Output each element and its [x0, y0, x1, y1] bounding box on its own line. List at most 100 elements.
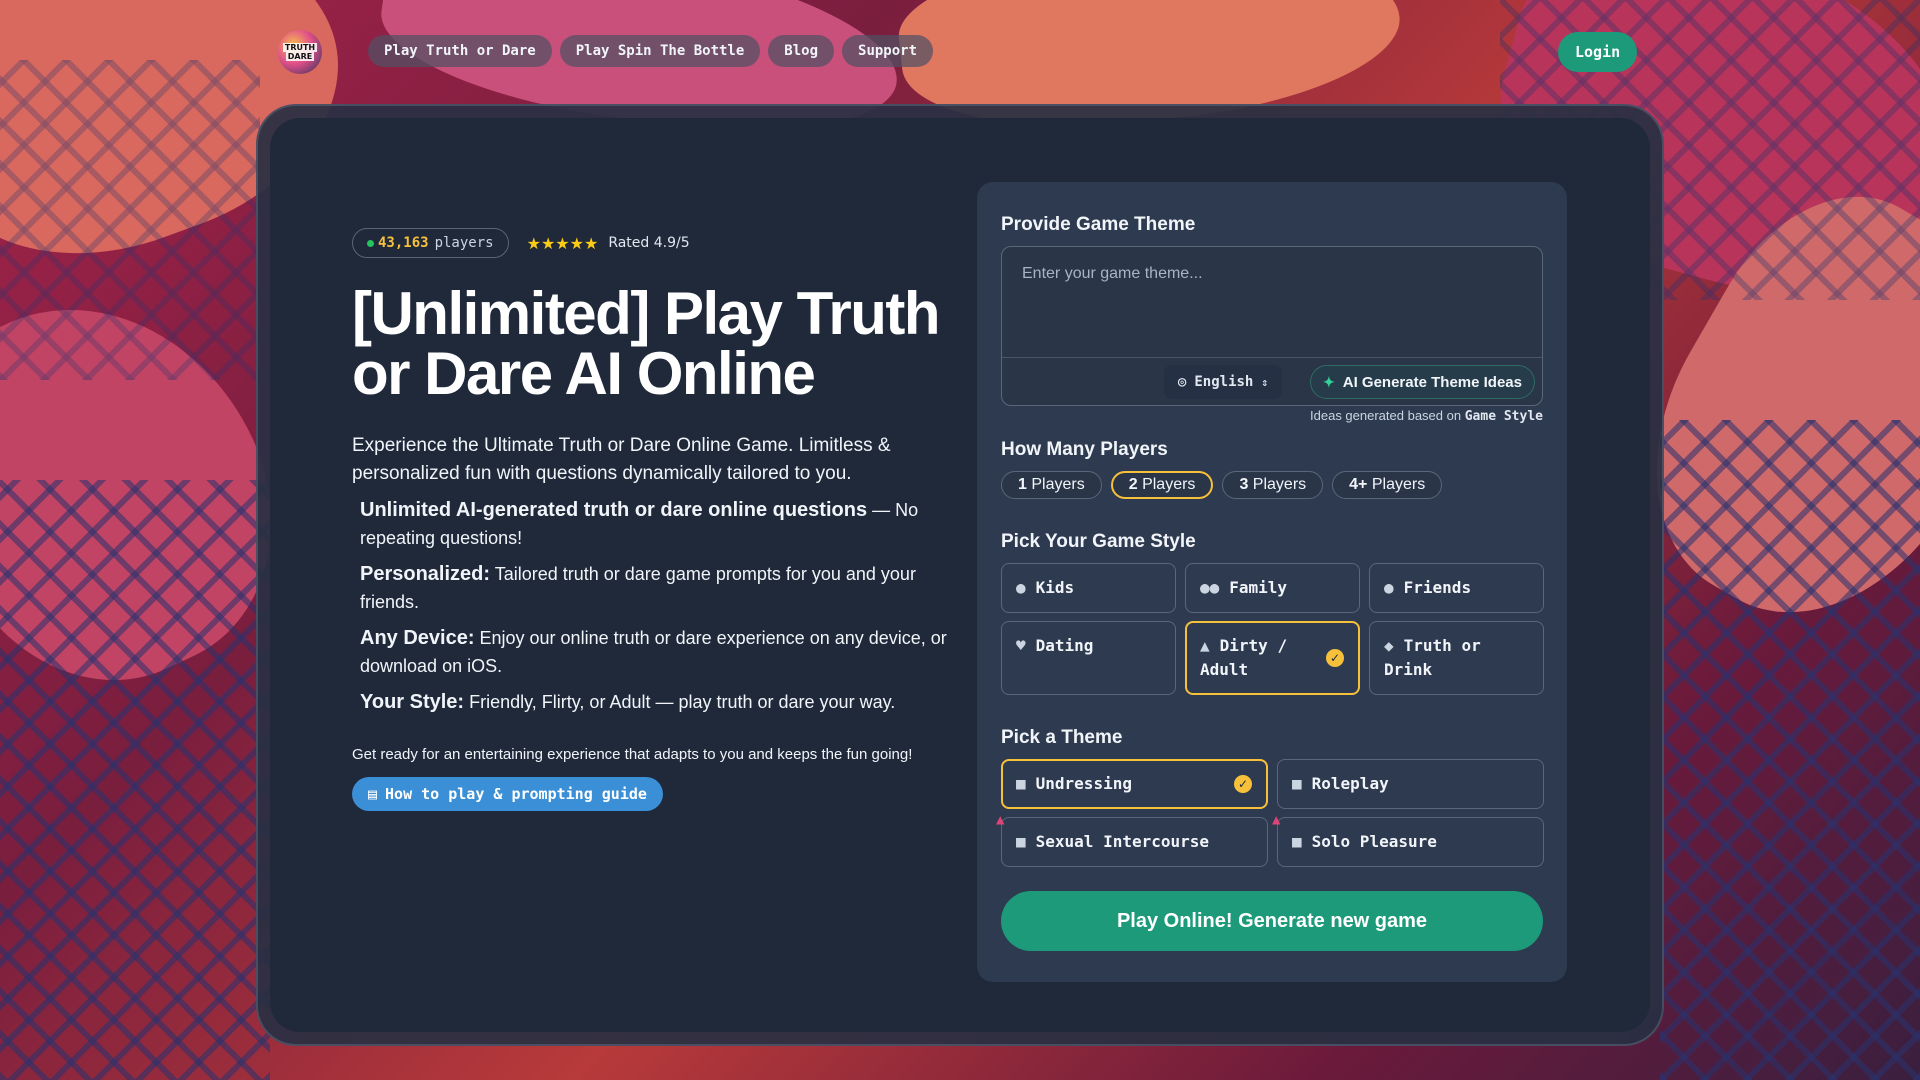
feature-bold: Personalized:	[360, 563, 491, 585]
theme-section-title: Provide Game Theme	[1001, 214, 1196, 235]
players-option-3[interactable]: 3 Players	[1222, 471, 1324, 499]
theme-pick-section-title: Pick a Theme	[1001, 727, 1123, 748]
theme-option-solo-pleasure[interactable]: ▲ ■ Solo Pleasure	[1272, 812, 1544, 867]
hand-icon: ■	[1292, 832, 1302, 851]
style-label: Dirty / Adult	[1200, 636, 1288, 679]
theme-option-sexual-intercourse[interactable]: ▲ ■ Sexual Intercourse	[996, 812, 1268, 867]
players-num: 3	[1239, 476, 1249, 493]
players-option-2[interactable]: 2 Players	[1110, 471, 1214, 499]
theme-option-undressing[interactable]: ■ Undressing ✓	[1001, 759, 1268, 809]
check-icon: ✓	[1326, 649, 1344, 667]
hero-tagline: Get ready for an entertaining experience…	[352, 746, 913, 763]
chevron-updown-icon: ⇕	[1261, 375, 1268, 389]
hero-subtitle: Experience the Ultimate Truth or Dare On…	[352, 435, 891, 484]
rating-stars-icon: ★★★★★	[526, 233, 599, 253]
page-title: [Unlimited] Play Truth or Dare AI Online	[352, 280, 941, 407]
style-label: Dating	[1035, 636, 1094, 655]
nav-play-spin-the-bottle[interactable]: Play Spin The Bottle	[559, 35, 761, 67]
theme-label: Roleplay	[1311, 774, 1389, 793]
style-option-dating[interactable]: ♥ Dating	[1001, 621, 1176, 695]
ai-generate-ideas-button[interactable]: ✦ AI Generate Theme Ideas	[1310, 365, 1535, 399]
nav-blog[interactable]: Blog	[768, 35, 835, 67]
nav-support[interactable]: Support	[842, 35, 934, 67]
style-label: Truth or Drink	[1384, 636, 1481, 679]
ideas-note-prefix: Ideas generated based on	[1310, 408, 1462, 423]
players-count-badge: 43,163 players	[352, 228, 509, 258]
players-option-1[interactable]: 1 Players	[1001, 471, 1102, 499]
players-label: Players	[1142, 476, 1196, 493]
feature-text: Friendly, Flirty, or Adult — play truth …	[464, 692, 896, 712]
guide-button[interactable]: ▤ How to play & prompting guide	[352, 777, 663, 811]
child-icon: ●	[1016, 578, 1026, 597]
drink-icon: ◆	[1384, 636, 1394, 655]
theme-input[interactable]	[1002, 247, 1542, 357]
players-selector: 1 Players 2 Players 3 Players 4+ Players	[1001, 471, 1443, 499]
language-value: English	[1194, 374, 1254, 390]
flame-icon: ▲	[1200, 636, 1210, 655]
site-logo[interactable]: TRUTH DARE	[278, 30, 322, 74]
online-dot-icon	[367, 239, 374, 247]
login-button[interactable]: Login	[1558, 32, 1638, 72]
players-num: 2	[1128, 476, 1138, 493]
game-setup-panel: Provide Game Theme ◎ English ⇕ ✦ AI Gene…	[977, 182, 1567, 982]
style-option-family[interactable]: ●● Family	[1185, 563, 1360, 613]
mask-icon: ■	[1292, 774, 1302, 793]
style-option-friends[interactable]: ● Friends	[1369, 563, 1544, 613]
players-count: 43,163	[378, 235, 429, 251]
style-label: Kids	[1035, 578, 1075, 597]
ai-generate-label: AI Generate Theme Ideas	[1342, 373, 1522, 391]
players-label: Players	[1252, 476, 1307, 493]
friends-icon: ●	[1384, 578, 1394, 597]
players-suffix: players	[434, 235, 494, 251]
style-label: Family	[1229, 578, 1288, 597]
heart-icon: ♥	[1016, 636, 1026, 655]
feature-item: Any Device: Enjoy our online truth or da…	[352, 624, 952, 680]
play-online-button[interactable]: Play Online! Generate new game	[1001, 891, 1543, 951]
players-option-4plus[interactable]: 4+ Players	[1332, 471, 1443, 499]
feature-item: Your Style: Friendly, Flirty, or Adult —…	[352, 688, 952, 716]
ideas-note-style: Game Style	[1464, 409, 1543, 424]
style-grid: ● Kids ●● Family ● Friends ♥ Dating ▲ Dirty /…	[1001, 563, 1544, 695]
nav-play-truth-or-dare[interactable]: Play Truth or Dare	[368, 35, 552, 67]
style-option-dirty-adult[interactable]: ▲ Dirty / Adult ✓	[1185, 621, 1360, 695]
logo-text-dare: DARE	[285, 52, 315, 61]
theme-grid: ■ Undressing ✓ ■ Roleplay ▲ ■ Sexual Intercou…	[996, 759, 1544, 867]
feature-item: Personalized: Tailored truth or dare gam…	[352, 560, 952, 616]
feature-item: Unlimited AI-generated truth or dare onl…	[352, 496, 952, 552]
sparkle-icon: ✦	[1323, 373, 1335, 390]
ideas-note: Ideas generated based on Game Style	[1310, 408, 1543, 424]
fire-icon: ▲	[996, 812, 1005, 828]
theme-label: Solo Pleasure	[1311, 832, 1437, 851]
hero-section: 43,163 players ★★★★★ Rated 4.9/5 [Unlimi…	[352, 228, 952, 811]
globe-icon: ◎	[1177, 374, 1187, 390]
fire-icon: ▲	[1272, 812, 1281, 828]
theme-box: ◎ English ⇕ ✦ AI Generate Theme Ideas	[1001, 246, 1543, 406]
theme-label: Undressing	[1035, 774, 1132, 793]
players-section-title: How Many Players	[1001, 439, 1168, 460]
guide-button-label: How to play & prompting guide	[385, 785, 647, 803]
style-section-title: Pick Your Game Style	[1001, 531, 1196, 552]
hero-badges: 43,163 players ★★★★★ Rated 4.9/5	[352, 228, 952, 258]
main-nav: Play Truth or Dare Play Spin The Bottle …	[368, 35, 934, 67]
shirt-icon: ■	[1016, 774, 1026, 793]
feature-bold: Unlimited AI-generated truth or dare onl…	[360, 499, 868, 521]
logo-text-truth: TRUTH	[282, 43, 318, 52]
players-label: Players	[1031, 476, 1085, 493]
style-option-truth-or-drink[interactable]: ◆ Truth or Drink	[1369, 621, 1544, 695]
check-icon: ✓	[1234, 775, 1252, 793]
players-num: 4+	[1349, 476, 1368, 493]
family-icon: ●●	[1200, 578, 1220, 597]
players-num: 1	[1018, 476, 1027, 493]
theme-option-roleplay[interactable]: ■ Roleplay	[1277, 759, 1544, 809]
rating-text: Rated 4.9/5	[608, 235, 690, 251]
language-select[interactable]: ◎ English ⇕	[1163, 365, 1282, 399]
bed-icon: ■	[1016, 832, 1026, 851]
book-icon: ▤	[368, 785, 378, 803]
theme-toolbar: ◎ English ⇕ ✦ AI Generate Theme Ideas	[1002, 357, 1542, 405]
players-label: Players	[1371, 476, 1426, 493]
theme-label: Sexual Intercourse	[1035, 832, 1210, 851]
style-option-kids[interactable]: ● Kids	[1001, 563, 1176, 613]
feature-bold: Your Style:	[360, 691, 465, 713]
site-header: TRUTH DARE Play Truth or Dare Play Spin …	[0, 28, 1920, 76]
feature-bold: Any Device:	[360, 627, 475, 649]
